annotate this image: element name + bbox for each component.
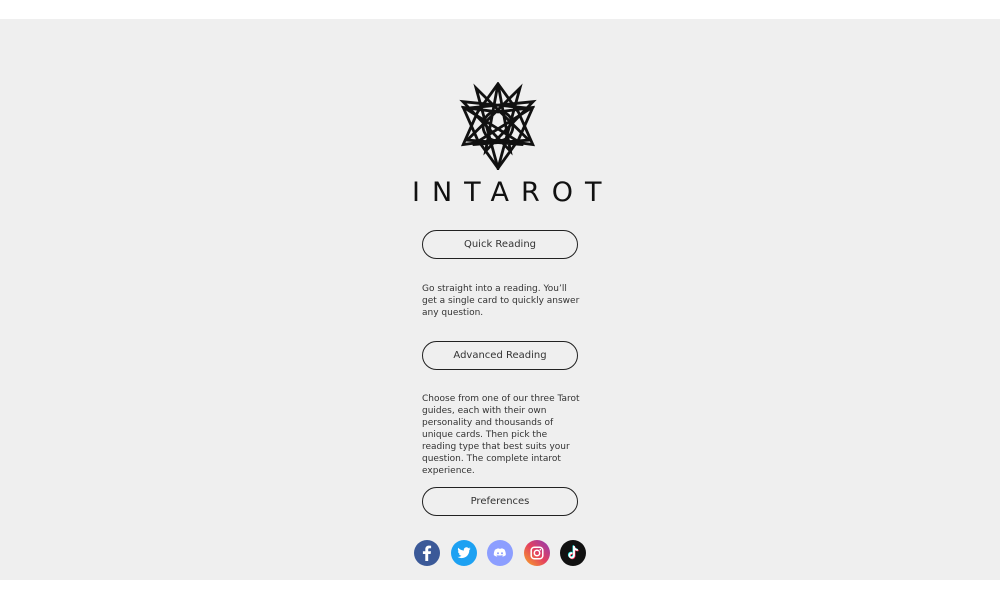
preferences-button[interactable]: Preferences <box>422 487 578 516</box>
advanced-reading-button[interactable]: Advanced Reading <box>422 341 578 370</box>
advanced-reading-description: Choose from one of our three Tarot guide… <box>422 394 580 476</box>
twitter-glyph <box>457 547 471 559</box>
tiktok-glyph <box>567 545 579 560</box>
instagram-icon[interactable] <box>523 540 550 566</box>
brand-wordmark: INTAROT <box>412 177 614 208</box>
discord-icon[interactable] <box>487 540 513 566</box>
twitter-icon[interactable] <box>450 540 477 566</box>
facebook-glyph <box>422 545 432 561</box>
social-links <box>414 540 586 566</box>
discord-glyph <box>493 548 506 557</box>
facebook-icon[interactable] <box>414 540 440 566</box>
app-panel: INTAROT Quick Reading Go straight into a… <box>0 19 1000 580</box>
instagram-glyph <box>529 546 544 560</box>
star-logo <box>459 82 537 170</box>
quick-reading-button[interactable]: Quick Reading <box>422 230 578 259</box>
tiktok-icon[interactable] <box>560 540 586 566</box>
quick-reading-description: Go straight into a reading. You’ll get a… <box>422 284 580 318</box>
